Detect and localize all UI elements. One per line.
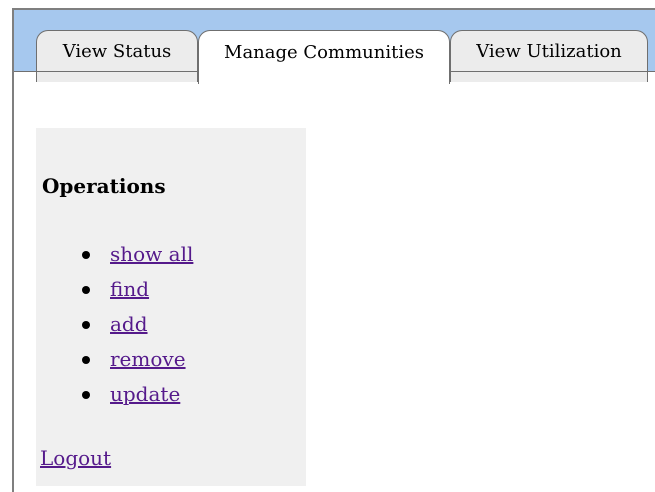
show-all-link[interactable]: show all [110, 242, 193, 266]
bullet-icon [82, 251, 90, 259]
update-link[interactable]: update [110, 382, 180, 406]
bullet-icon [82, 356, 90, 364]
tab-bar: View Status Manage Communities View Util… [14, 10, 655, 84]
list-item: find [82, 277, 193, 312]
list-item: show all [82, 242, 193, 277]
tab-view-utilization[interactable]: View Utilization [450, 30, 648, 82]
operations-list: show all find add remove update [82, 242, 193, 417]
page-frame: View Status Manage Communities View Util… [0, 0, 655, 492]
operations-sidebar: Operations show all find add remove upda… [36, 128, 306, 486]
bullet-icon [82, 391, 90, 399]
tab-manage-communities[interactable]: Manage Communities [198, 30, 450, 84]
logout-link[interactable]: Logout [40, 446, 111, 470]
find-link[interactable]: find [110, 277, 149, 301]
bullet-icon [82, 286, 90, 294]
bullet-icon [82, 321, 90, 329]
operations-heading: Operations [42, 174, 166, 198]
add-link[interactable]: add [110, 312, 148, 336]
list-item: update [82, 382, 193, 417]
frame-border-left [12, 8, 14, 492]
remove-link[interactable]: remove [110, 347, 186, 371]
tab-view-status[interactable]: View Status [36, 30, 198, 82]
list-item: add [82, 312, 193, 347]
list-item: remove [82, 347, 193, 382]
